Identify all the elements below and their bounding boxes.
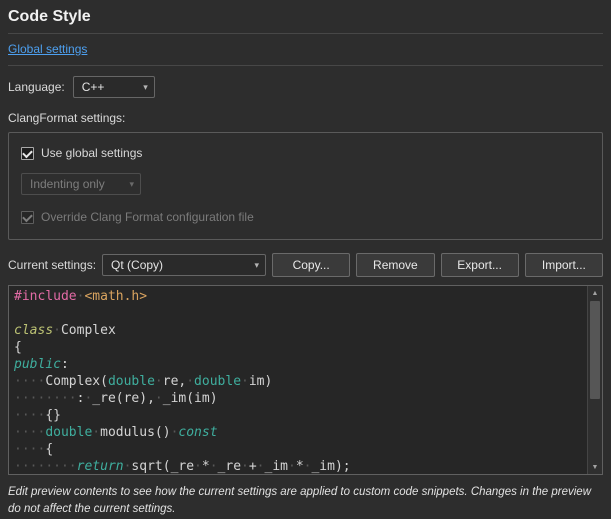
language-row: Language: C++ ▾ [8,76,603,98]
current-settings-combo[interactable]: Qt (Copy) ▾ [102,254,266,276]
remove-button[interactable]: Remove [356,253,434,277]
copy-button[interactable]: Copy... [272,253,350,277]
checkbox-indicator [21,147,34,160]
scroll-down-icon[interactable]: ▼ [588,460,602,474]
current-settings-label: Current settings: [8,258,96,272]
current-settings-combo-value: Qt (Copy) [111,258,163,272]
indenting-mode-combo-value: Indenting only [30,177,105,191]
indenting-mode-combo: Indenting only ▾ [21,173,141,195]
override-clang-format-checkbox: Override Clang Format configuration file [21,210,590,224]
code-preview-editor[interactable]: #include·<math.h> class·Complex{public:·… [8,285,603,475]
page-title: Code Style [8,8,603,26]
footer-note: Edit preview contents to see how the cur… [8,484,603,519]
override-clang-format-label: Override Clang Format configuration file [41,210,254,224]
import-button[interactable]: Import... [525,253,603,277]
global-settings-link[interactable]: Global settings [8,42,87,56]
use-global-settings-checkbox[interactable]: Use global settings [21,146,590,160]
language-combo[interactable]: C++ ▾ [73,76,155,98]
clangformat-settings-label: ClangFormat settings: [8,111,603,125]
chevron-down-icon: ▾ [255,261,260,270]
divider [8,33,603,34]
scrollbar-thumb[interactable] [590,301,600,399]
scroll-up-icon[interactable]: ▲ [588,286,602,300]
current-settings-row: Current settings: Qt (Copy) ▾ Copy... Re… [8,253,603,277]
use-global-settings-label: Use global settings [41,146,142,160]
export-button[interactable]: Export... [441,253,519,277]
checkbox-indicator [21,211,34,224]
vertical-scrollbar[interactable]: ▲ ▼ [587,286,602,474]
code-content: #include·<math.h> class·Complex{public:·… [9,286,587,474]
chevron-down-icon: ▾ [143,83,148,92]
code-style-page: Code Style Global settings Language: C++… [0,0,611,519]
language-combo-value: C++ [82,80,105,94]
language-label: Language: [8,80,65,94]
divider [8,65,603,66]
chevron-down-icon: ▾ [129,180,134,189]
clangformat-group: Use global settings Indenting only ▾ Ove… [8,132,603,240]
